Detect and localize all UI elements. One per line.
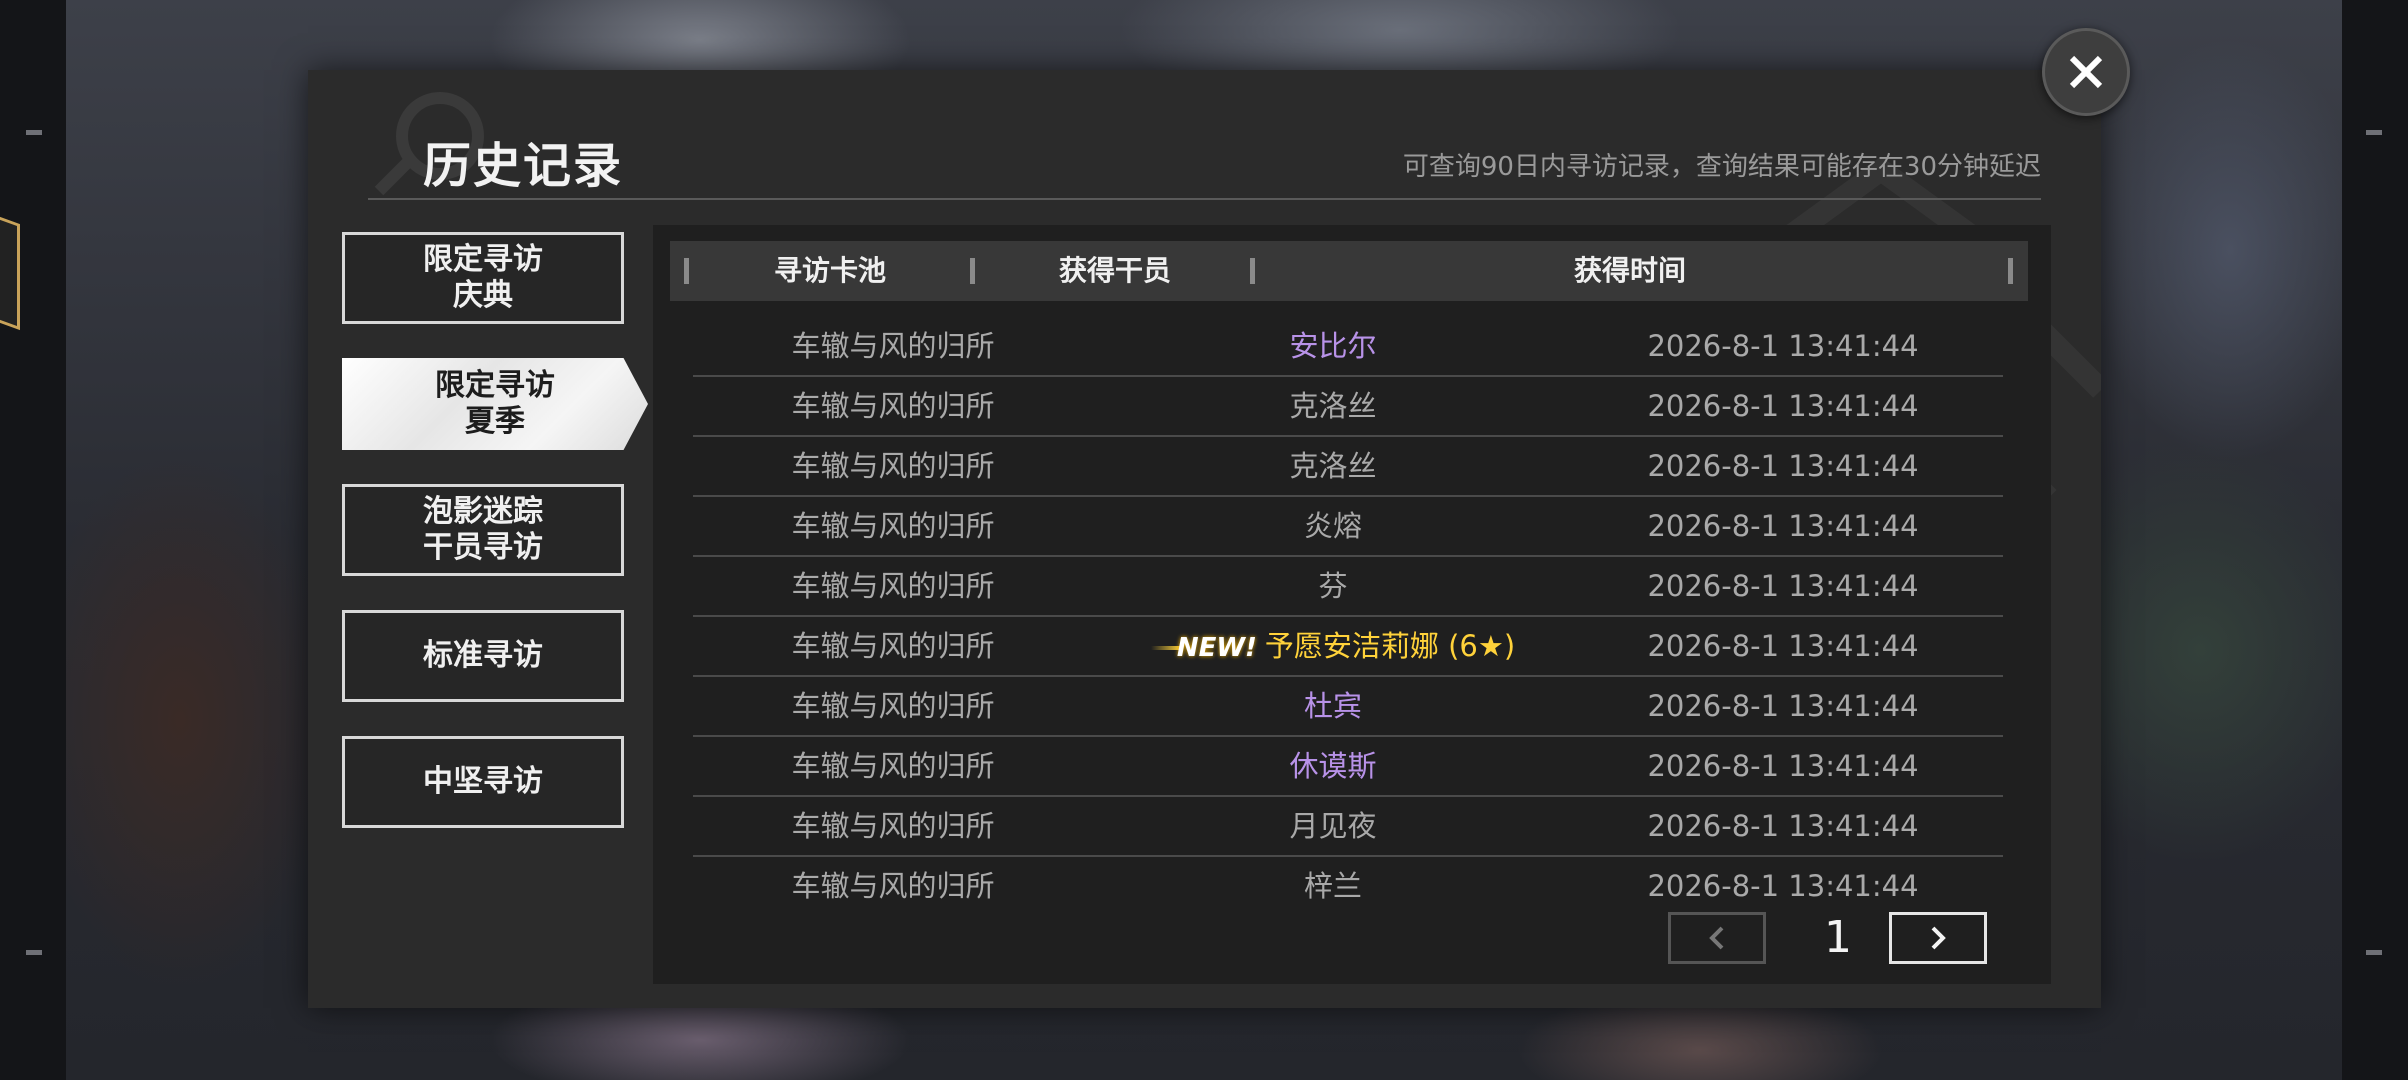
left-edge-bar (0, 0, 66, 1080)
page-number: 1 (1824, 912, 1852, 963)
cell-pool: 车辙与风的归所 (791, 389, 995, 423)
edge-tick (26, 130, 42, 135)
cell-pool: 车辙与风的归所 (791, 749, 995, 783)
header-time: 获得时间 (1573, 254, 1686, 287)
operator-name: 予愿安洁莉娜 (6★) (1264, 629, 1516, 663)
tab-core[interactable]: 中坚寻访 (342, 736, 624, 828)
cell-pool: 车辙与风的归所 (791, 569, 995, 603)
tab-label-line1: 泡影迷踪 (423, 494, 543, 529)
tab-label-line2: 庆典 (453, 278, 513, 313)
tab-label-line1: 标准寻访 (423, 638, 543, 673)
tab-label-line2: 夏季 (465, 404, 525, 439)
history-dialog: 历史记录 可查询90日内寻访记录，查询结果可能存在30分钟延迟 限定寻访 庆典 … (308, 70, 2101, 1008)
cell-time: 2026-8-1 13:41:44 (1647, 749, 1919, 783)
table-row: 车辙与风的归所 NEW! 予愿安洁莉娜 (6★) 2026-8-1 13:41:44 (693, 617, 2003, 677)
history-table: 寻访卡池 获得干员 获得时间 车辙与风的归所 安比尔 2026-8-1 13:41:… (653, 225, 2051, 984)
edge-tick (2366, 130, 2382, 135)
tab-label-line2: 干员寻访 (423, 530, 543, 565)
table-row: 车辙与风的归所 月见夜 2026-8-1 13:41:44 (693, 797, 2003, 857)
chevron-right-icon (1931, 926, 1946, 950)
cell-operator: 安比尔 (1289, 329, 1377, 363)
cell-operator: 月见夜 (1289, 809, 1377, 843)
cell-operator: 梓兰 (1303, 869, 1362, 903)
cell-time: 2026-8-1 13:41:44 (1647, 869, 1919, 903)
dialog-title: 历史记录 (423, 138, 624, 194)
chevron-left-icon (1709, 926, 1724, 950)
cell-pool: 车辙与风的归所 (791, 629, 995, 663)
tab-standard[interactable]: 标准寻访 (342, 610, 624, 702)
cell-operator: 炎熔 (1303, 509, 1362, 543)
title-divider (368, 198, 2041, 200)
header-separator (684, 258, 689, 284)
cell-pool: 车辙与风的归所 (791, 809, 995, 843)
cell-operator: 休谟斯 (1289, 749, 1377, 783)
tab-label-line1: 限定寻访 (435, 368, 555, 403)
next-page-button[interactable] (1889, 912, 1987, 964)
cell-pool: 车辙与风的归所 (791, 329, 995, 363)
cell-pool: 车辙与风的归所 (791, 509, 995, 543)
cell-time: 2026-8-1 13:41:44 (1647, 389, 1919, 423)
tab-label-line1: 中坚寻访 (423, 764, 543, 799)
cell-pool: 车辙与风的归所 (791, 449, 995, 483)
cell-time: 2026-8-1 13:41:44 (1647, 509, 1919, 543)
cell-time: 2026-8-1 13:41:44 (1647, 449, 1919, 483)
tab-label-line1: 限定寻访 (423, 242, 543, 277)
table-row: 车辙与风的归所 克洛丝 2026-8-1 13:41:44 (693, 377, 2003, 437)
new-badge: NEW! (1176, 633, 1257, 663)
cell-pool: 车辙与风的归所 (791, 869, 995, 903)
table-row: 车辙与风的归所 梓兰 2026-8-1 13:41:44 (693, 857, 2003, 917)
table-row: 车辙与风的归所 克洛丝 2026-8-1 13:41:44 (693, 437, 2003, 497)
table-row: 车辙与风的归所 杜宾 2026-8-1 13:41:44 (693, 677, 2003, 737)
cell-time: 2026-8-1 13:41:44 (1647, 809, 1919, 843)
cell-time: 2026-8-1 13:41:44 (1647, 329, 1919, 363)
cell-time: 2026-8-1 13:41:44 (1647, 569, 1919, 603)
cell-operator: 杜宾 (1303, 689, 1362, 723)
table-row: 车辙与风的归所 安比尔 2026-8-1 13:41:44 (693, 317, 2003, 377)
tab-bubble-operator[interactable]: 泡影迷踪 干员寻访 (342, 484, 624, 576)
table-header: 寻访卡池 获得干员 获得时间 (670, 241, 2028, 301)
magnifier-watermark-handle (374, 152, 418, 196)
cell-operator: 克洛丝 (1289, 389, 1377, 423)
header-separator (2008, 258, 2013, 284)
table-body: 车辙与风的归所 安比尔 2026-8-1 13:41:44 车辙与风的归所 克洛丝 202… (693, 317, 2003, 917)
table-row: 车辙与风的归所 芬 2026-8-1 13:41:44 (693, 557, 2003, 617)
query-hint: 可查询90日内寻访记录，查询结果可能存在30分钟延迟 (1402, 152, 2041, 182)
edge-badge (0, 205, 20, 331)
cell-operator: 芬 (1318, 569, 1348, 603)
cell-operator: 克洛丝 (1289, 449, 1377, 483)
tab-limited-summer[interactable]: 限定寻访 夏季 (342, 358, 648, 450)
cell-time: 2026-8-1 13:41:44 (1647, 629, 1919, 663)
cell-pool: 车辙与风的归所 (791, 689, 995, 723)
cell-time: 2026-8-1 13:41:44 (1647, 689, 1919, 723)
table-row: 车辙与风的归所 休谟斯 2026-8-1 13:41:44 (693, 737, 2003, 797)
cell-operator: NEW! 予愿安洁莉娜 (6★) (1133, 617, 1533, 675)
edge-tick (26, 950, 42, 955)
table-row: 车辙与风的归所 炎熔 2026-8-1 13:41:44 (693, 497, 2003, 557)
close-button[interactable] (2042, 28, 2130, 116)
header-operator: 获得干员 (1058, 254, 1171, 287)
edge-tick (2366, 950, 2382, 955)
close-icon (2069, 55, 2103, 89)
right-edge-bar (2342, 0, 2408, 1080)
tab-limited-celebration[interactable]: 限定寻访 庆典 (342, 232, 624, 324)
header-pool: 寻访卡池 (773, 254, 886, 287)
prev-page-button[interactable] (1668, 912, 1766, 964)
